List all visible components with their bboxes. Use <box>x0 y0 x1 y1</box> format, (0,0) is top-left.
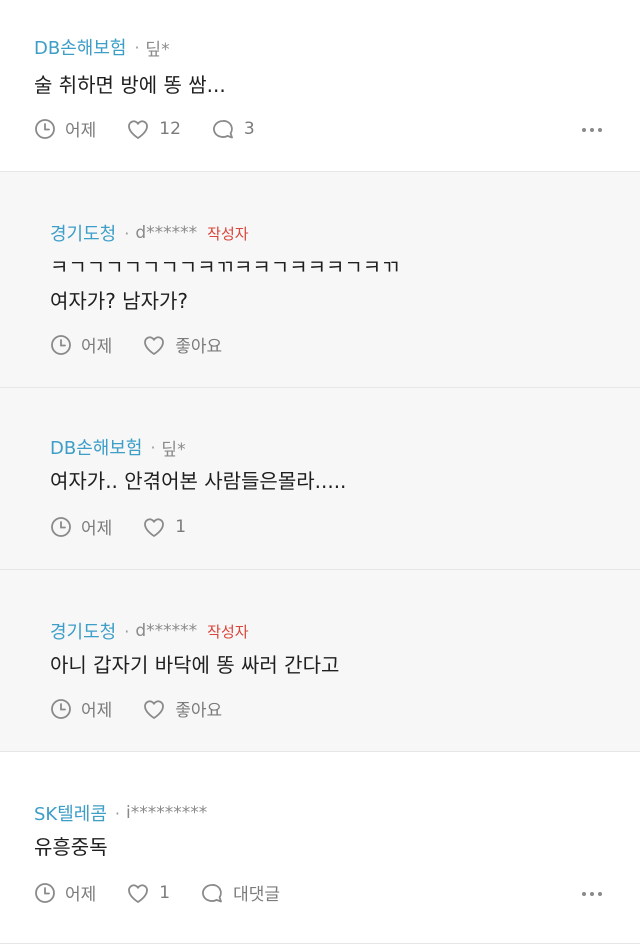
like-label: 좋아요 <box>175 701 223 721</box>
comment-text-line: 여자가? 남자가? <box>50 289 188 313</box>
timestamp-text: 어제 <box>81 519 113 539</box>
comment-text: 여자가.. 안겪어본 사람들은몰라..... <box>50 464 346 498</box>
reply-item: 경기도청 · d****** 작성자 아니 갑자기 바닥에 똥 싸러 간다고 어… <box>0 570 640 752</box>
username[interactable]: 딮* <box>162 435 186 460</box>
company-name[interactable]: DB손해보험 <box>50 434 142 460</box>
company-name[interactable]: 경기도청 <box>50 618 116 644</box>
author-badge: 작성자 <box>207 622 249 641</box>
comment-bubble-icon <box>202 883 223 902</box>
comment-text: ㅋㄱㄱㄱㄱㄱㄱㄱㅋㄲㅋㅋㄱㅋㅋㅋㄱㅋㄲ 여자가? 남자가? <box>50 250 400 318</box>
reply-item: 경기도청 · d****** 작성자 ㅋㄱㄱㄱㄱㄱㄱㄱㅋㄲㅋㅋㄱㅋㅋㅋㄱㅋㄲ 여… <box>0 172 640 388</box>
separator-dot: · <box>124 223 130 243</box>
timestamp: 어제 <box>50 696 112 721</box>
comment-text-line: 아니 갑자기 바닥에 똥 싸러 간다고 <box>50 653 340 677</box>
heart-icon <box>128 883 149 903</box>
comment-item: DB손해보험 · 딮* 술 취하면 방에 똥 쌈... 어제 12 3 <box>0 0 640 172</box>
like-button[interactable]: 1 <box>126 882 170 904</box>
separator-dot: · <box>124 621 130 641</box>
comment-header: DB손해보험 · 딮* <box>50 434 186 460</box>
reply-button[interactable]: 대댓글 <box>200 880 280 905</box>
timestamp: 어제 <box>50 332 112 357</box>
username[interactable]: i********* <box>126 803 207 823</box>
heart-icon <box>144 517 165 537</box>
heart-icon <box>144 335 165 355</box>
username[interactable]: d****** <box>135 223 197 243</box>
like-button[interactable]: 12 <box>126 118 181 140</box>
comment-text: 아니 갑자기 바닥에 똥 싸러 간다고 <box>50 648 339 682</box>
comment-header: 경기도청 · d****** 작성자 <box>50 618 249 644</box>
reply-item: DB손해보험 · 딮* 여자가.. 안겪어본 사람들은몰라..... 어제 1 <box>0 388 640 570</box>
timestamp-text: 어제 <box>81 337 113 357</box>
more-options-icon[interactable] <box>582 892 602 896</box>
comment-actions: 어제 좋아요 <box>50 332 252 357</box>
comment-header: SK텔레콤 · i********* <box>34 800 207 826</box>
comment-actions: 어제 1 <box>50 514 216 539</box>
clock-icon <box>51 334 71 355</box>
heart-icon <box>128 119 149 139</box>
heart-icon <box>144 699 165 719</box>
like-button[interactable]: 1 <box>142 516 186 538</box>
separator-dot: · <box>134 37 140 57</box>
author-badge: 작성자 <box>207 224 249 243</box>
company-name[interactable]: 경기도청 <box>50 220 116 246</box>
like-count: 1 <box>159 882 171 903</box>
like-button[interactable]: 좋아요 <box>142 696 222 721</box>
comment-actions: 어제 좋아요 <box>50 696 252 721</box>
clock-icon <box>35 882 55 903</box>
timestamp: 어제 <box>34 116 96 141</box>
timestamp: 어제 <box>50 514 112 539</box>
timestamp-text: 어제 <box>65 885 97 905</box>
like-count: 12 <box>159 118 181 139</box>
like-label: 좋아요 <box>175 337 223 357</box>
comment-actions: 어제 1 대댓글 <box>34 880 310 905</box>
comment-bubble-icon <box>212 119 233 138</box>
like-count: 1 <box>175 516 187 537</box>
comment-text-line: 유흥중독 <box>34 835 108 859</box>
separator-dot: · <box>150 437 156 457</box>
comment-header: 경기도청 · d****** 작성자 <box>50 220 249 246</box>
comment-text: 유흥중독 <box>34 830 108 864</box>
clock-icon <box>51 516 71 537</box>
username[interactable]: 딮* <box>146 35 170 60</box>
comment-actions: 어제 12 3 <box>34 116 285 141</box>
timestamp: 어제 <box>34 880 96 905</box>
timestamp-text: 어제 <box>81 701 113 721</box>
comment-item: SK텔레콤 · i********* 유흥중독 어제 1 대댓글 <box>0 752 640 944</box>
comment-text-line: 여자가.. 안겪어본 사람들은몰라..... <box>50 469 347 493</box>
comment-text: 술 취하면 방에 똥 쌈... <box>34 68 226 102</box>
reply-count: 3 <box>243 118 255 139</box>
more-options-icon[interactable] <box>582 128 602 132</box>
company-name[interactable]: DB손해보험 <box>34 34 126 60</box>
separator-dot: · <box>114 803 121 823</box>
clock-icon <box>35 118 55 139</box>
reply-label: 대댓글 <box>233 885 281 905</box>
comment-text-line: 술 취하면 방에 똥 쌈... <box>34 73 226 97</box>
comment-text-line: ㅋㄱㄱㄱㄱㄱㄱㄱㅋㄲㅋㅋㄱㅋㅋㅋㄱㅋㄲ <box>50 255 400 279</box>
timestamp-text: 어제 <box>65 121 97 141</box>
company-name[interactable]: SK텔레콤 <box>34 800 107 826</box>
username[interactable]: d****** <box>135 621 197 641</box>
like-button[interactable]: 좋아요 <box>142 332 222 357</box>
reply-button[interactable]: 3 <box>211 118 255 140</box>
clock-icon <box>51 698 71 719</box>
comment-header: DB손해보험 · 딮* <box>34 34 170 60</box>
